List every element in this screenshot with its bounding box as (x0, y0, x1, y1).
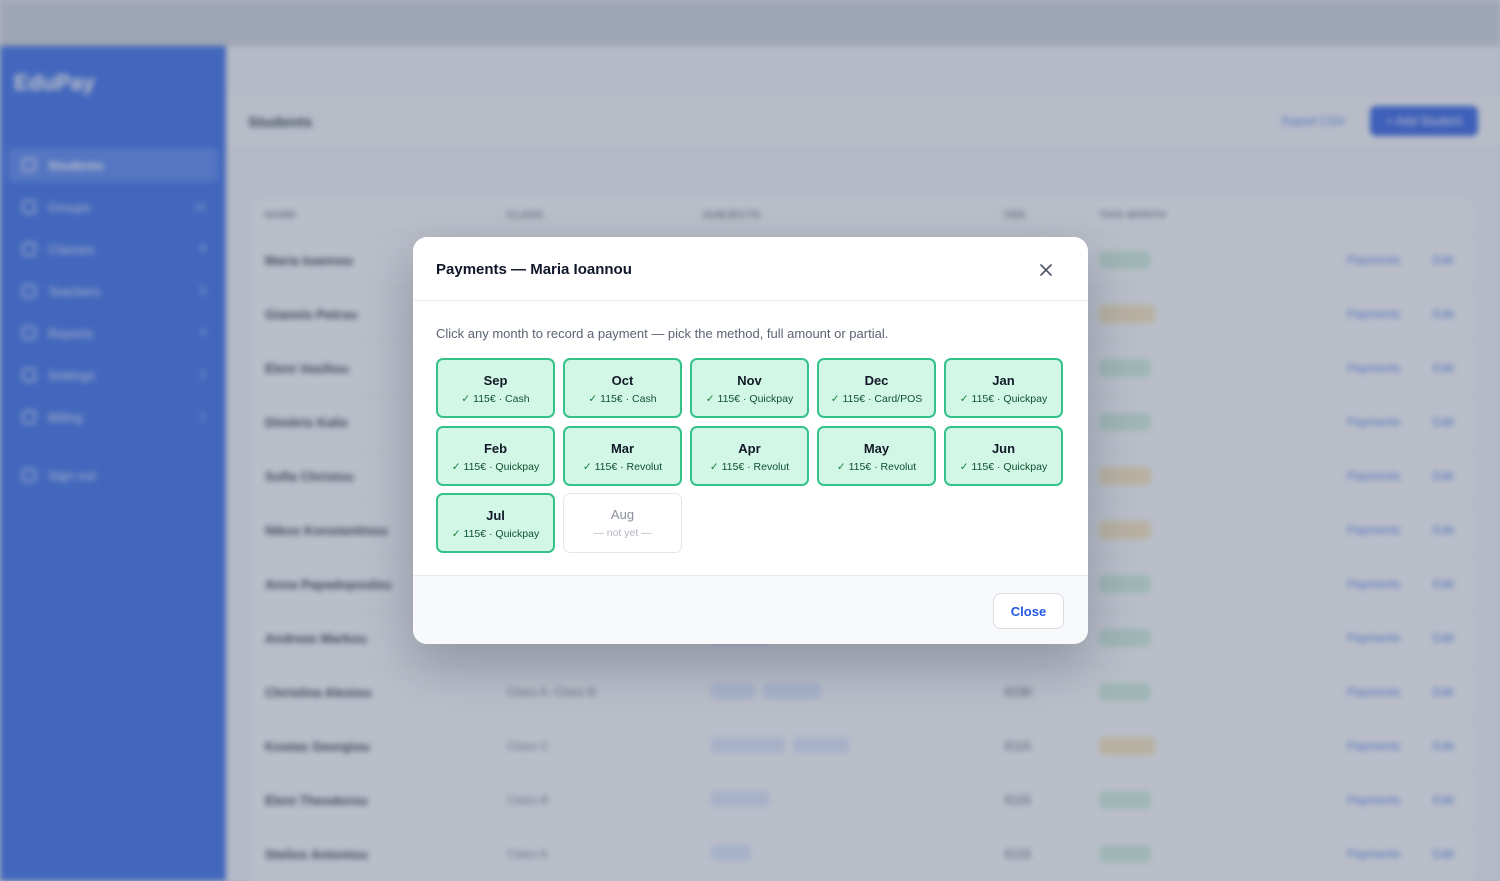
payment-detail-text: 115€ · Quickpay (971, 393, 1048, 405)
modal-header: Payments — Maria Ioannou (413, 237, 1088, 301)
payment-detail-text: 115€ · Cash (600, 393, 657, 405)
month-cell-feb[interactable]: Feb ✓ 115€ · Quickpay (436, 425, 555, 486)
month-cell-jul[interactable]: Jul ✓ 115€ · Quickpay (436, 493, 555, 553)
payment-detail: ✓ 115€ · Revolut (819, 461, 934, 473)
payment-detail: ✓ 115€ · Quickpay (692, 393, 807, 405)
check-icon: ✓ (461, 393, 471, 405)
payment-detail: ✓ 115€ · Cash (438, 393, 553, 405)
month-label: Mar (610, 440, 635, 456)
month-cell-aug[interactable]: Aug — not yet — (563, 493, 682, 553)
check-icon: ✓ (709, 460, 719, 473)
month-label: Jul (486, 508, 505, 523)
payment-detail: ✓ 115€ · Revolut (692, 461, 807, 473)
payment-detail: ✓ 115€ · Quickpay (438, 461, 553, 473)
month-label: Aug (610, 507, 635, 522)
month-label: May (863, 440, 890, 456)
month-cell-jun[interactable]: Jun ✓ 115€ · Quickpay (944, 425, 1063, 486)
payment-detail-text: 115€ · Quickpay (463, 528, 540, 540)
month-cell-jan[interactable]: Jan ✓ 115€ · Quickpay (944, 358, 1063, 418)
month-cell-dec[interactable]: Dec ✓ 115€ · Card/POS (817, 358, 936, 418)
check-icon: ✓ (582, 460, 592, 473)
payment-detail: ✓ 115€ · Quickpay (946, 393, 1061, 405)
modal-hint: Click any month to record a payment — pi… (436, 326, 889, 341)
payments-modal: Payments — Maria Ioannou Click any month… (413, 237, 1088, 644)
month-cell-may[interactable]: May ✓ 115€ · Revolut (817, 425, 936, 486)
check-icon: ✓ (588, 393, 598, 405)
month-cell-nov[interactable]: Nov ✓ 115€ · Quickpay (690, 358, 809, 418)
check-icon: ✓ (705, 393, 715, 405)
payment-detail-text: 115€ · Card/POS (842, 393, 923, 405)
payment-detail-text: 115€ · Revolut (721, 460, 790, 473)
check-icon: ✓ (959, 393, 969, 405)
month-label: Sep (483, 373, 508, 388)
check-icon: ✓ (836, 460, 846, 473)
month-label: Oct (611, 373, 634, 388)
payment-detail: — not yet — (593, 527, 652, 539)
payment-detail: ✓ 115€ · Quickpay (946, 461, 1061, 473)
payment-detail-text: 115€ · Quickpay (971, 460, 1048, 473)
check-icon: ✓ (451, 460, 461, 473)
month-cell-apr[interactable]: Apr ✓ 115€ · Revolut (690, 425, 809, 486)
month-label: Jan (992, 373, 1015, 388)
month-cell-sep[interactable]: Sep ✓ 115€ · Cash (436, 358, 555, 418)
month-label: Feb (483, 440, 508, 456)
payment-detail-text: 115€ · Cash (473, 393, 530, 405)
close-icon[interactable] (1034, 258, 1058, 282)
check-icon: ✓ (451, 528, 461, 540)
month-label: Apr (738, 440, 761, 456)
month-label: Jun (991, 440, 1016, 456)
payment-detail: ✓ 115€ · Cash (565, 393, 680, 405)
payment-detail-text: 115€ · Quickpay (463, 460, 540, 473)
modal-footer: Close (413, 575, 1088, 644)
month-label: Dec (864, 373, 889, 388)
payment-detail: ✓ 115€ · Card/POS (819, 393, 934, 405)
month-cell-oct[interactable]: Oct ✓ 115€ · Cash (563, 358, 682, 418)
check-icon: ✓ (830, 393, 840, 405)
payment-detail-text: 115€ · Quickpay (717, 393, 794, 405)
month-cell-mar[interactable]: Mar ✓ 115€ · Revolut (563, 425, 682, 486)
payment-detail: ✓ 115€ · Quickpay (438, 528, 553, 540)
payment-detail-text: 115€ · Revolut (594, 460, 663, 473)
check-icon: ✓ (959, 460, 969, 473)
modal-title: Payments — Maria Ioannou (436, 261, 632, 278)
payment-detail: ✓ 115€ · Revolut (565, 461, 680, 473)
close-button[interactable]: Close (993, 593, 1064, 629)
payment-detail-text: 115€ · Revolut (848, 460, 917, 473)
month-label: Nov (737, 373, 762, 388)
